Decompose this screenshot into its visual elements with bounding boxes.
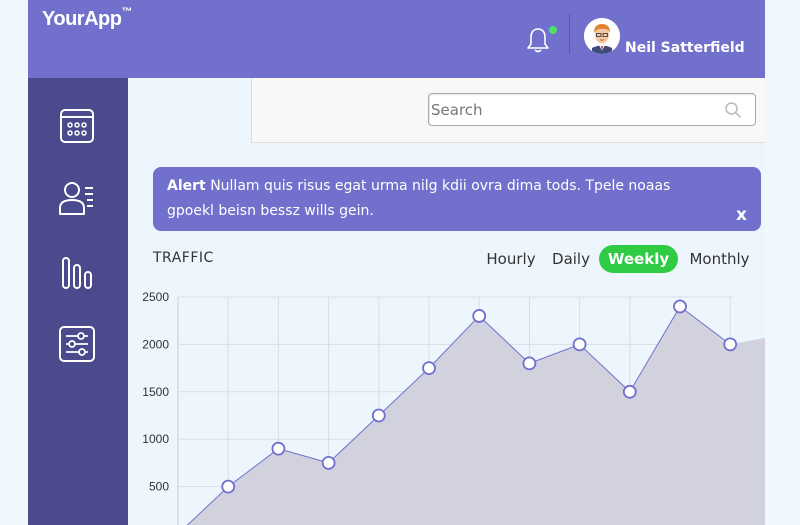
alert-banner: Alert Nullam quis risus egat urma nilg k… bbox=[153, 167, 761, 231]
app-logo[interactable]: YourApp™ bbox=[42, 6, 132, 31]
traffic-area bbox=[178, 306, 765, 525]
data-point bbox=[221, 479, 236, 494]
user-name[interactable]: Neil Satterfield bbox=[625, 40, 745, 56]
alert-label: Alert bbox=[167, 178, 206, 194]
search-box bbox=[428, 93, 756, 126]
tab-daily[interactable]: Daily bbox=[549, 245, 593, 273]
notification-dot bbox=[549, 26, 557, 34]
notification-bell-icon[interactable] bbox=[525, 26, 551, 54]
header-divider bbox=[569, 14, 570, 54]
data-point bbox=[673, 299, 687, 314]
data-point bbox=[522, 356, 537, 371]
tab-weekly[interactable]: Weekly bbox=[599, 245, 678, 273]
search-input[interactable] bbox=[431, 94, 721, 125]
y-tick-label: 500 bbox=[149, 480, 169, 494]
top-header: YourApp™ Neil Satterfield bbox=[28, 0, 765, 78]
y-tick-label: 2500 bbox=[142, 290, 169, 304]
search-panel bbox=[251, 78, 765, 143]
data-point bbox=[472, 309, 487, 323]
alert-close-button[interactable]: x bbox=[736, 203, 747, 228]
data-point bbox=[622, 384, 637, 399]
y-tick-label: 1500 bbox=[142, 385, 169, 399]
data-point bbox=[422, 361, 436, 375]
sidebar bbox=[28, 78, 128, 525]
avatar[interactable] bbox=[584, 18, 620, 54]
data-point bbox=[371, 408, 386, 423]
data-point bbox=[723, 337, 738, 352]
calendar-icon[interactable] bbox=[57, 106, 97, 146]
traffic-chart: 2500 2000 1500 1000 500 bbox=[142, 290, 765, 525]
tab-monthly[interactable]: Monthly bbox=[685, 245, 754, 273]
search-icon[interactable] bbox=[724, 101, 742, 119]
y-tick-label: 1000 bbox=[142, 432, 169, 446]
data-point bbox=[321, 455, 336, 470]
y-tick-label: 2000 bbox=[142, 337, 169, 351]
bar-chart-icon[interactable] bbox=[57, 252, 97, 292]
alert-message: Nullam quis risus egat urma nilg kdii ov… bbox=[167, 178, 671, 219]
data-point bbox=[572, 337, 587, 352]
tab-hourly[interactable]: Hourly bbox=[483, 245, 539, 273]
users-icon[interactable] bbox=[57, 178, 97, 218]
settings-sliders-icon[interactable] bbox=[57, 324, 97, 364]
data-point bbox=[271, 441, 286, 456]
traffic-title: TRAFFIC bbox=[153, 250, 214, 266]
app-window: YourApp™ Neil Satterfield Search Alert N… bbox=[28, 0, 765, 525]
